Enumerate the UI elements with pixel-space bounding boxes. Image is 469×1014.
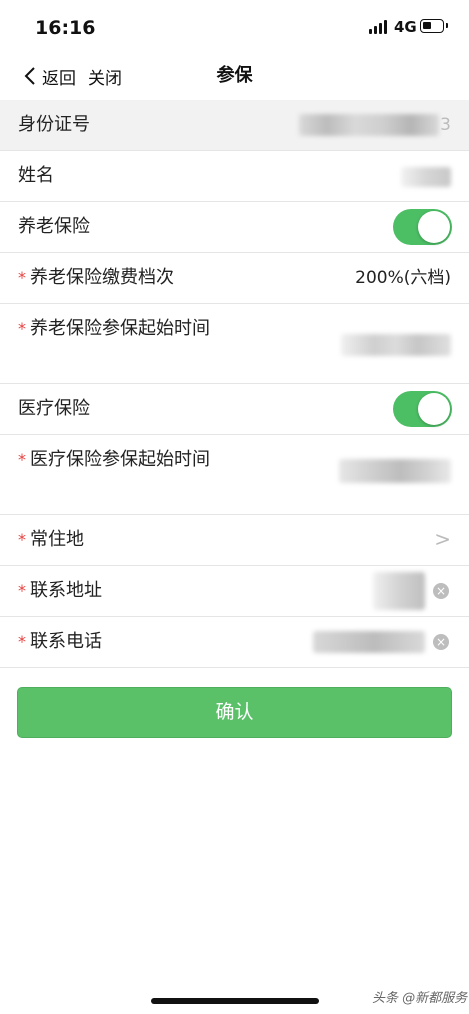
contact-phone-row[interactable]: * 联系电话 × [0,617,469,668]
contact-address-row[interactable]: * 联系地址 × [0,566,469,617]
id-number-row: 身份证号 3 [0,100,469,151]
contact-address-value-redacted [373,572,425,610]
pension-level-label: * 养老保险缴费档次 [18,267,174,288]
clear-icon[interactable]: × [433,634,449,650]
clear-icon[interactable]: × [433,583,449,599]
name-label: 姓名 [18,165,54,186]
id-number-value-suffix: 3 [440,115,451,135]
residence-label: * 常住地 [18,529,84,550]
pension-insurance-toggle[interactable] [393,209,452,245]
pension-level-value: 200%(六档) [355,268,451,288]
status-bar: 16:16 4G [0,0,469,54]
watermark: 头条 @新都服务 [372,991,468,1006]
id-number-value-redacted [299,114,439,136]
required-mark: * [18,450,26,469]
pension-insurance-row: 养老保险 [0,202,469,253]
network-type: 4G [394,18,417,36]
insurance-form: 身份证号 3 姓名 养老保险 * 养老保险缴费档次 200%(六档) * 养老保险参… [0,100,469,668]
required-mark: * [18,581,26,600]
medical-insurance-row: 医疗保险 [0,384,469,435]
required-mark: * [18,268,26,287]
contact-phone-label: * 联系电话 [18,631,102,652]
medical-insurance-label: 医疗保险 [18,398,90,419]
required-mark: * [18,319,26,338]
back-label: 返回 [42,68,76,89]
medical-insurance-toggle[interactable] [393,391,452,427]
pension-start-time-label: * 养老保险参保起始时间 [18,318,210,339]
medical-start-time-label: * 医疗保险参保起始时间 [18,449,210,470]
battery-icon [420,19,448,33]
name-value-redacted [401,167,451,187]
contact-phone-value-redacted [313,631,425,653]
close-button[interactable]: 关闭 [88,60,122,92]
residence-row[interactable]: * 常住地 > [0,515,469,566]
name-row[interactable]: 姓名 [0,151,469,202]
chevron-right-icon[interactable]: > [434,527,451,551]
medical-start-time-row[interactable]: * 医疗保险参保起始时间 [0,435,469,515]
medical-start-time-value-redacted [339,459,451,483]
required-mark: * [18,530,26,549]
confirm-button[interactable]: 确认 [17,687,452,738]
status-time: 16:16 [35,17,96,39]
back-button[interactable]: 返回 [22,60,76,92]
pension-insurance-label: 养老保险 [18,216,90,237]
chevron-left-icon [24,67,35,85]
pension-start-time-row[interactable]: * 养老保险参保起始时间 [0,304,469,384]
required-mark: * [18,632,26,651]
pension-level-row[interactable]: * 养老保险缴费档次 200%(六档) [0,253,469,304]
home-indicator[interactable] [151,998,319,1004]
signal-icon [369,20,389,34]
id-number-label: 身份证号 [18,114,90,135]
nav-bar: 返回 关闭 参保 [0,54,469,99]
pension-start-time-value-redacted [341,334,451,356]
contact-address-label: * 联系地址 [18,580,102,601]
